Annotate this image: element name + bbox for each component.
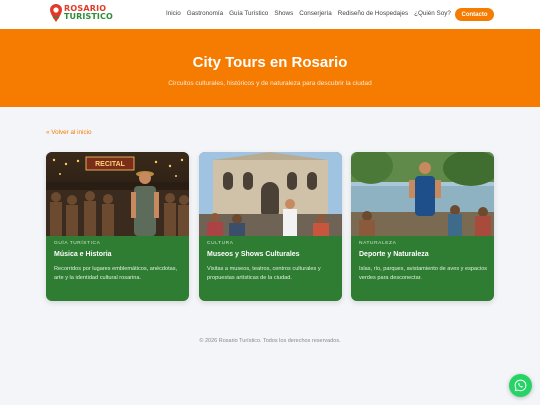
- card-category: Guía Turística: [54, 241, 101, 246]
- nav-item-rediseno-hospedajes[interactable]: Rediseño de Hospedajes: [338, 10, 408, 17]
- back-to-home-link[interactable]: « Volver al inicio: [46, 129, 92, 136]
- whatsapp-button[interactable]: [509, 374, 532, 397]
- tour-card-musica[interactable]: RECITAL Guía Turística Música e Historia…: [46, 152, 189, 301]
- nav-item-gastronomia[interactable]: Gastronomía: [187, 10, 223, 17]
- card-category: Naturaleza: [359, 241, 397, 246]
- card-title: Museos y Shows Culturales: [207, 251, 300, 258]
- card-title: Música e Historia: [54, 251, 112, 258]
- hero-banner: City Tours en Rosario Circuitos cultural…: [0, 29, 540, 107]
- card-description: Islas, río, parques, avistamiento de ave…: [359, 266, 488, 281]
- nav-item-quien-soy[interactable]: ¿Quién Soy?: [414, 10, 451, 17]
- footer-copyright: © 2026 Rosario Turístico. Todos los dere…: [199, 338, 341, 344]
- card-image-nature: [351, 152, 494, 236]
- logo-line2: TURISTICO: [64, 12, 113, 21]
- tour-card-naturaleza[interactable]: Naturaleza Deporte y Naturaleza Islas, r…: [351, 152, 494, 301]
- map-pin-icon: [50, 4, 62, 22]
- card-image-museum: [199, 152, 342, 236]
- nav-item-guia-turistico[interactable]: Guía Turístico: [229, 10, 268, 17]
- page-subtitle: Circuitos culturales, históricos y de na…: [168, 80, 372, 87]
- card-description: Recorridos por lugares emblemáticos, ané…: [54, 266, 178, 281]
- card-description: Visitas a museos, teatros, centros cultu…: [207, 266, 321, 281]
- nav-item-conserjeria[interactable]: Conserjería: [299, 10, 332, 17]
- logo[interactable]: ROSARIO TURISTICO: [50, 4, 113, 22]
- page-title: City Tours en Rosario: [192, 54, 348, 71]
- contact-button[interactable]: Contacto: [455, 8, 494, 21]
- main-nav: Inicio Gastronomía Guía Turístico Shows …: [166, 10, 451, 17]
- card-image-badge: RECITAL: [95, 161, 125, 168]
- card-category: Cultura: [207, 241, 234, 246]
- nav-item-shows[interactable]: Shows: [274, 10, 293, 17]
- card-title: Deporte y Naturaleza: [359, 251, 429, 258]
- site-header: ROSARIO TURISTICO Inicio Gastronomía Guí…: [0, 0, 540, 29]
- whatsapp-icon: [514, 379, 527, 392]
- tour-card-museos[interactable]: Cultura Museos y Shows Culturales Visita…: [199, 152, 342, 301]
- nav-item-inicio[interactable]: Inicio: [166, 10, 181, 17]
